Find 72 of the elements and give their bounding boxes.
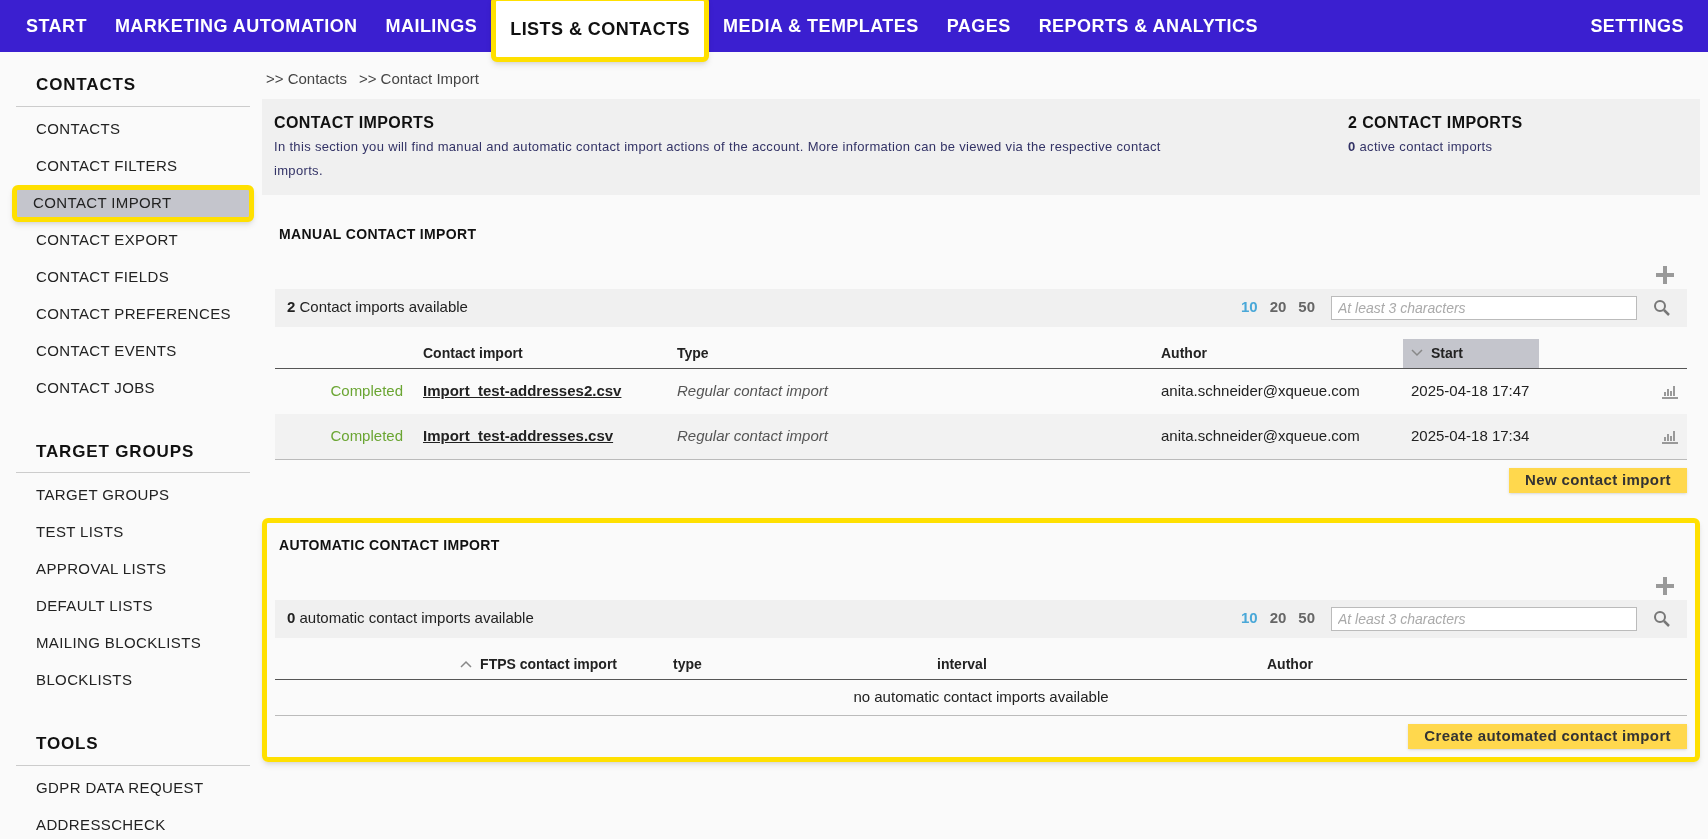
bar-chart-icon[interactable] bbox=[1661, 383, 1679, 399]
search-icon[interactable] bbox=[1653, 298, 1671, 317]
status-text: Completed bbox=[329, 380, 404, 401]
sidebar-item[interactable]: CONTACT PREFERENCES bbox=[16, 295, 250, 333]
section-title: AUTOMATIC CONTACT IMPORT bbox=[279, 535, 501, 555]
search-field[interactable]: At least 3 characters bbox=[1331, 606, 1637, 631]
import-file-link[interactable]: Import_test-addresses2.csv bbox=[415, 379, 669, 403]
nav-tab[interactable]: PAGES bbox=[932, 0, 1025, 52]
column-header[interactable]: Contact import bbox=[415, 338, 669, 368]
sidebar-item[interactable]: TEST LISTS bbox=[16, 514, 250, 551]
add-icon[interactable] bbox=[1655, 575, 1675, 596]
sidebar-heading: TARGET GROUPS bbox=[16, 438, 250, 473]
sidebar-item[interactable]: CONTACTS bbox=[16, 110, 250, 148]
column-header[interactable]: FTPS contact import bbox=[460, 653, 617, 675]
sort-caret-icon bbox=[1411, 349, 1423, 357]
sorted-column-header[interactable]: Start bbox=[1403, 338, 1539, 368]
info-title: CONTACT IMPORTS bbox=[274, 112, 436, 133]
sidebar-heading: CONTACTS bbox=[16, 72, 250, 107]
sidebar-item[interactable]: DEFAULT LISTS bbox=[16, 588, 250, 625]
sidebar-item[interactable]: CONTACT EXPORT bbox=[16, 221, 250, 259]
sidebar-item[interactable]: CONTACT FIELDS bbox=[16, 258, 250, 296]
column-header[interactable]: Author bbox=[1267, 653, 1313, 675]
sidebar-item[interactable]: APPROVAL LISTS bbox=[16, 551, 250, 588]
sidebar-item[interactable]: MAILING BLOCKLISTS bbox=[16, 625, 250, 662]
table-cell-text: 2025-04-18 17:47 bbox=[1410, 380, 1531, 401]
add-icon[interactable] bbox=[1655, 264, 1675, 285]
available-count: 0 automatic contact imports available bbox=[287, 608, 534, 629]
column-header[interactable]: Type bbox=[669, 338, 1153, 368]
search-field[interactable]: At least 3 characters bbox=[1331, 295, 1637, 320]
info-description: In this section you will find manual and automatic contact import actions of the account. More information can be viewed via the respective contact imports. bbox=[274, 137, 1162, 180]
sidebar-item[interactable]: CONTACT IMPORT bbox=[12, 184, 254, 222]
page-size-option[interactable]: 20 bbox=[1269, 607, 1287, 630]
sidebar-item[interactable]: ADDRESSCHECK bbox=[16, 806, 250, 839]
available-count: 2 Contact imports available bbox=[287, 297, 468, 318]
nav-tab[interactable]: MARKETING AUTOMATION bbox=[100, 0, 372, 52]
active-imports-text: 0 active contact imports bbox=[1348, 137, 1494, 156]
sidebar-heading: TOOLS bbox=[16, 731, 250, 766]
column-header[interactable]: type bbox=[673, 653, 702, 675]
nav-tab[interactable]: START bbox=[12, 0, 101, 52]
nav-tab[interactable]: LISTS & CONTACTS bbox=[491, 0, 710, 62]
sidebar-item[interactable]: CONTACT JOBS bbox=[16, 369, 250, 407]
table-cell-text: anita.schneider@xqueue.com bbox=[1160, 380, 1361, 401]
sidebar-item[interactable]: CONTACT EVENTS bbox=[16, 332, 250, 370]
bar-chart-icon[interactable] bbox=[1661, 428, 1679, 444]
primary-button[interactable]: Create automated contact import bbox=[1408, 723, 1687, 749]
sidebar-item[interactable]: GDPR DATA REQUEST bbox=[16, 769, 250, 807]
search-icon[interactable] bbox=[1653, 609, 1671, 628]
sidebar-item[interactable]: CONTACT FILTERS bbox=[16, 147, 250, 185]
sidebar-item[interactable]: TARGET GROUPS bbox=[16, 477, 250, 514]
column-header[interactable]: interval bbox=[937, 653, 987, 675]
page-size-option[interactable]: 50 bbox=[1298, 607, 1315, 630]
primary-button[interactable]: New contact import bbox=[1509, 467, 1687, 493]
nav-tab[interactable]: MAILINGS bbox=[371, 0, 492, 52]
settings-tab[interactable]: SETTINGS bbox=[1578, 0, 1696, 52]
table-cell-text: anita.schneider@xqueue.com bbox=[1160, 425, 1361, 446]
page-size-option[interactable]: 50 bbox=[1298, 296, 1315, 319]
empty-message: no automatic contact imports available bbox=[853, 686, 1109, 707]
section-title: MANUAL CONTACT IMPORT bbox=[279, 224, 478, 244]
column-header[interactable]: Author bbox=[1153, 338, 1403, 368]
sort-caret-icon bbox=[460, 660, 473, 668]
nav-tab[interactable]: MEDIA & TEMPLATES bbox=[709, 0, 933, 52]
breadcrumb-link[interactable]: >> Contacts bbox=[266, 68, 347, 91]
import-file-link[interactable]: Import_test-addresses.csv bbox=[415, 424, 669, 448]
table-cell-text: 2025-04-18 17:34 bbox=[1410, 425, 1531, 446]
sidebar-item[interactable]: BLOCKLISTS bbox=[16, 662, 250, 699]
status-text: Completed bbox=[329, 425, 404, 446]
table-cell-text: Regular contact import bbox=[676, 425, 830, 446]
breadcrumb-link[interactable]: >> Contact Import bbox=[358, 68, 479, 91]
import-count-title: 2 CONTACT IMPORTS bbox=[1348, 112, 1524, 133]
nav-tab[interactable]: REPORTS & ANALYTICS bbox=[1024, 0, 1272, 52]
page-size-option[interactable]: 20 bbox=[1269, 296, 1287, 319]
table-cell-text: Regular contact import bbox=[676, 380, 830, 401]
